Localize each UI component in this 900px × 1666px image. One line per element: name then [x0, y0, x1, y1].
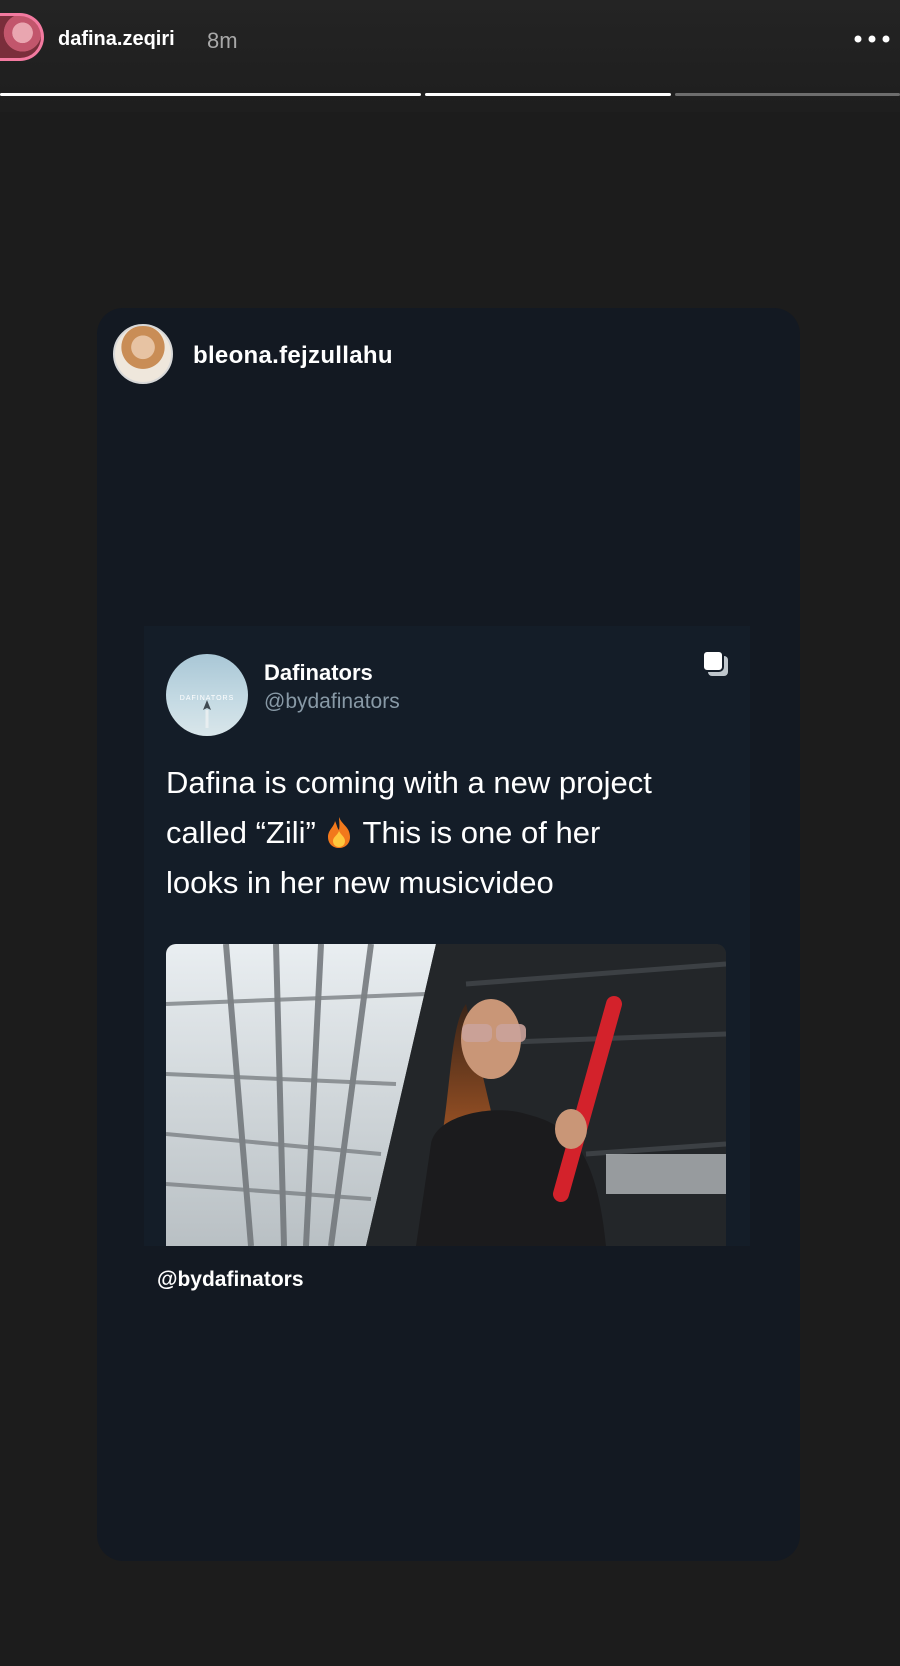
tweet-avatar[interactable]: DAFINATORS [166, 654, 248, 736]
story-header: dafina.zeqiri 8m [0, 0, 900, 112]
avatar-logo-text: DAFINATORS [180, 695, 234, 702]
post-timestamp: 8m [207, 28, 238, 53]
shared-post-card[interactable]: bleona.fejzullahu DAFINATORS Dafinators … [97, 308, 800, 1561]
story-viewer: dafina.zeqiri 8m bleona.fejzullahu DAFIN… [0, 0, 900, 1666]
story-progress-segment-1 [0, 93, 421, 96]
photo-woman-with-bat [166, 944, 726, 1246]
sharer-username[interactable]: bleona.fejzullahu [193, 342, 393, 370]
tweet-text: Dafina is coming with a new project call… [166, 758, 726, 908]
tweet-text-line-3: looks in her new musicvideo [166, 865, 554, 900]
tweet-photo[interactable] [166, 944, 726, 1246]
svg-text:DAFINATORS: DAFINATORS [180, 695, 234, 702]
story-progress-segment-3 [675, 93, 900, 96]
author-avatar[interactable] [0, 13, 44, 61]
fire-emoji-icon [328, 817, 351, 848]
progress-fill [425, 93, 671, 96]
author-username[interactable]: dafina.zeqiri [58, 28, 175, 51]
sharer-avatar[interactable] [113, 324, 173, 384]
more-options-button[interactable] [852, 24, 892, 54]
more-horizontal-icon [854, 35, 890, 43]
tweet-text-line-2-start: called “Zili” [166, 815, 325, 850]
story-progress-segment-2 [425, 93, 671, 96]
progress-fill [0, 93, 421, 96]
tweet-handle[interactable]: @bydafinators [264, 690, 400, 714]
tweet-card[interactable]: DAFINATORS Dafinators @bydafinators Dafi… [144, 626, 750, 1246]
copy-icon[interactable] [700, 648, 732, 680]
tweet-text-line-1: Dafina is coming with a new project [166, 765, 652, 800]
tweet-text-line-2-end: This is one of her [354, 815, 601, 850]
tweet-display-name[interactable]: Dafinators [264, 660, 373, 686]
source-mention[interactable]: @bydafinators [157, 1268, 304, 1292]
